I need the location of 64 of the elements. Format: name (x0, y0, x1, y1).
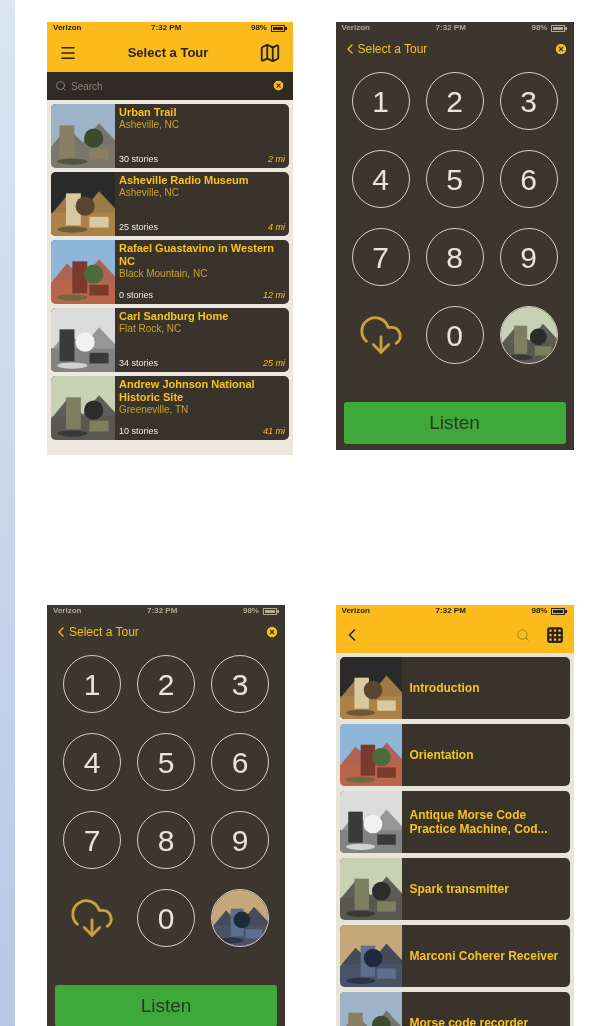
battery-percent: 98% (531, 605, 548, 617)
screen-title: Select a Tour (127, 44, 209, 63)
tour-card[interactable]: Urban Trail Asheville, NC 30 stories 2 mi (51, 104, 289, 168)
tour-name: Rafael Guastavino in Western NC (119, 242, 276, 268)
stop-title: Marconi Coherer Receiver (409, 949, 559, 963)
battery-percent: 98% (250, 22, 267, 34)
tour-card[interactable]: Rafael Guastavino in Western NC Black Mountain, NC 0 stories 12 mi (51, 240, 289, 304)
battery-icon (271, 24, 287, 32)
tour-distance: 4 mi (268, 220, 285, 234)
tour-location: Asheville, NC (119, 119, 181, 131)
battery-percent: 98% (242, 605, 259, 617)
close-icon[interactable] (553, 42, 568, 56)
tour-location: Greeneville, TN (119, 404, 190, 416)
story-count: 25 stories (119, 220, 159, 234)
stop-title: Introduction (409, 681, 480, 695)
stop-card[interactable]: Introduction (339, 657, 570, 719)
tour-location: Black Mountain, NC (119, 268, 209, 280)
tour-distance: 2 mi (268, 152, 285, 166)
tour-card[interactable]: Asheville Radio Museum Asheville, NC 25 stories 4 mi (51, 172, 289, 236)
story-count: 10 stories (119, 424, 159, 438)
clear-icon[interactable] (272, 79, 285, 92)
tour-name: Asheville Radio Museum (119, 174, 250, 187)
tour-name: Urban Trail (119, 106, 178, 119)
tour-name: Andrew Johnson National Historic Site (119, 378, 256, 404)
clock-time: 7:32 PM (147, 605, 178, 617)
carrier-name: Verizon (341, 605, 370, 617)
clock-time: 7:32 PM (435, 605, 466, 617)
carrier-name: Verizon (341, 22, 370, 34)
tour-distance: 41 mi (263, 424, 285, 438)
clock-time: 7:32 PM (435, 22, 466, 34)
stop-card[interactable]: Orientation (339, 724, 570, 786)
search-icon (55, 80, 67, 92)
battery-icon (551, 24, 568, 32)
back-link[interactable]: Select a Tour (341, 40, 428, 58)
stop-title: Antique Morse Code Practice Machine, Cod... (409, 808, 549, 836)
menu-icon[interactable] (59, 44, 77, 62)
carrier-name: Verizon (53, 605, 82, 617)
carrier-name: Verizon (53, 22, 82, 34)
clock-time: 7:32 PM (151, 22, 182, 34)
listen-button[interactable]: Listen (343, 402, 566, 444)
stop-card[interactable]: Antique Morse Code Practice Machine, Cod... (339, 791, 570, 853)
stop-card[interactable]: Spark transmitter (339, 858, 570, 920)
listen-button[interactable]: Listen (55, 985, 277, 1026)
tour-name: Carl Sandburg Home (119, 310, 230, 323)
battery-icon (263, 607, 279, 615)
tour-location: Flat Rock, NC (119, 323, 183, 335)
stop-title: Spark transmitter (409, 882, 509, 896)
back-link[interactable]: Select a Tour (53, 623, 139, 641)
tour-location: Asheville, NC (119, 187, 181, 199)
tour-distance: 12 mi (263, 288, 285, 302)
grid-icon[interactable] (545, 626, 564, 644)
stop-title: Orientation (409, 748, 474, 762)
story-count: 30 stories (119, 152, 159, 166)
close-icon[interactable] (265, 625, 279, 639)
story-count: 0 stories (119, 288, 153, 302)
tour-card[interactable]: Andrew Johnson National Historic Site Greeneville, TN 10 stories 41 mi (51, 376, 289, 440)
tour-distance: 25 mi (263, 356, 285, 370)
battery-percent: 98% (531, 22, 548, 34)
stop-card[interactable]: Marconi Coherer Receiver (339, 925, 570, 987)
battery-icon (551, 607, 568, 615)
tour-card[interactable]: Carl Sandburg Home Flat Rock, NC 34 stories 25 mi (51, 308, 289, 372)
search-field[interactable]: Search (47, 72, 293, 100)
story-count: 34 stories (119, 356, 159, 370)
map-icon[interactable] (259, 42, 281, 64)
